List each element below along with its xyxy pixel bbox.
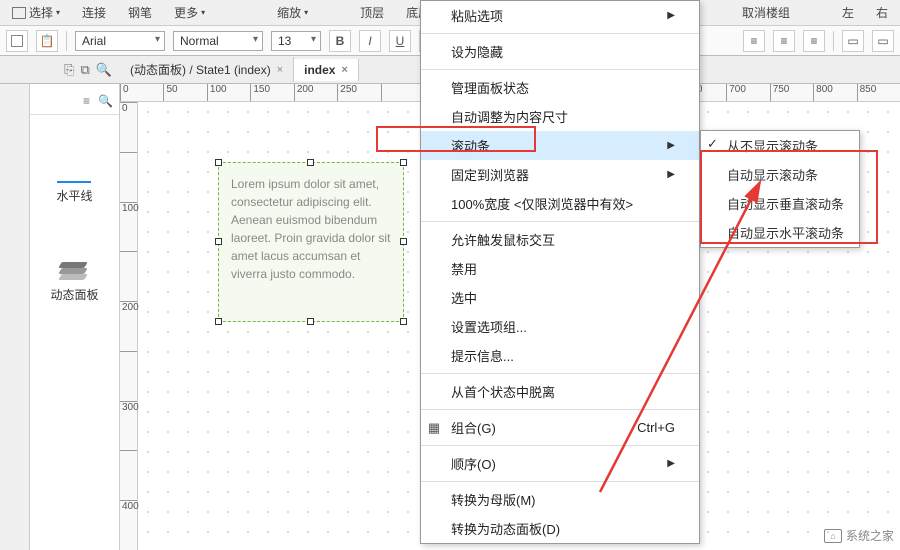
- chevron-right-icon: ▶: [667, 10, 675, 21]
- tab-label: (动态面板) / State1 (index): [130, 61, 271, 78]
- resize-handle[interactable]: [400, 318, 407, 325]
- tab-index[interactable]: index ×: [294, 59, 359, 81]
- close-icon[interactable]: ×: [277, 64, 283, 76]
- fill-color-button[interactable]: [6, 30, 28, 52]
- menu-set-hidden[interactable]: 设为隐藏: [421, 37, 699, 66]
- menu-to-panel[interactable]: 转换为动态面板(D): [421, 514, 699, 543]
- fontsize-select[interactable]: 13: [271, 31, 321, 51]
- menu-fit-content[interactable]: 自动调整为内容尺寸: [421, 102, 699, 131]
- menu-select[interactable]: 选中: [421, 283, 699, 312]
- menu-to-master[interactable]: 转换为母版(M): [421, 485, 699, 514]
- submenu-auto-horizontal[interactable]: 自动显示水平滚动条: [701, 218, 859, 247]
- submenu-never[interactable]: ✓从不显示滚动条: [701, 131, 859, 160]
- library-panel: ≡ 🔍 水平线 动态面板: [30, 84, 120, 550]
- bring-front[interactable]: 顶层: [354, 2, 390, 23]
- group-icon: ▦: [427, 420, 441, 436]
- line-icon: [57, 181, 91, 183]
- menu-disable[interactable]: 禁用: [421, 254, 699, 283]
- ungroup[interactable]: 取消楼组: [736, 2, 796, 23]
- ruler-vertical: 0 100 200 300 400: [120, 102, 138, 550]
- submenu-auto-vertical[interactable]: 自动显示垂直滚动条: [701, 189, 859, 218]
- menu-manage-panel-states[interactable]: 管理面板状态: [421, 73, 699, 102]
- align-button-1[interactable]: ≡: [743, 30, 765, 52]
- watermark-logo-icon: ⌂: [824, 529, 842, 543]
- menu-allow-mouse[interactable]: 允许触发鼠标交互: [421, 225, 699, 254]
- font-select[interactable]: Arial: [75, 31, 165, 51]
- select-tool[interactable]: 选择▾: [6, 2, 66, 23]
- watermark-text: 系统之家: [846, 527, 894, 544]
- resize-handle[interactable]: [400, 159, 407, 166]
- zoom-tool[interactable]: 缩放▾: [271, 2, 314, 23]
- underline-button[interactable]: U: [389, 30, 411, 52]
- bold-button[interactable]: B: [329, 30, 351, 52]
- close-icon[interactable]: ×: [341, 64, 347, 76]
- menu-paste-options[interactable]: 粘贴选项▶: [421, 1, 699, 30]
- chevron-right-icon: ▶: [667, 140, 675, 151]
- align-left[interactable]: 左: [836, 2, 860, 23]
- menu-group[interactable]: ▦组合(G)Ctrl+G: [421, 413, 699, 442]
- connect-tool[interactable]: 连接: [76, 2, 112, 23]
- context-menu: 粘贴选项▶ 设为隐藏 管理面板状态 自动调整为内容尺寸 滚动条▶ 固定到浏览器▶…: [420, 0, 700, 544]
- align-button-2[interactable]: ≡: [773, 30, 795, 52]
- pen-tool[interactable]: 钢笔: [122, 2, 158, 23]
- more-tools[interactable]: 更多▾: [168, 2, 211, 23]
- resize-handle[interactable]: [215, 238, 222, 245]
- menu-full-width[interactable]: 100%宽度 <仅限浏览器中有效>: [421, 189, 699, 218]
- tabs-left-icons: ⎘ ⧉ 🔍: [0, 62, 120, 78]
- menu-pin-browser[interactable]: 固定到浏览器▶: [421, 160, 699, 189]
- style-select[interactable]: Normal: [173, 31, 263, 51]
- shortcut: Ctrl+G: [637, 420, 675, 435]
- check-icon: ✓: [707, 136, 718, 152]
- selected-widget[interactable]: Lorem ipsum dolor sit amet, consectetur …: [218, 162, 404, 322]
- border-button[interactable]: ▭: [842, 30, 864, 52]
- dynamic-panel-icon: [60, 260, 88, 282]
- sidebar-left: [0, 84, 30, 550]
- lib-item-line[interactable]: 水平线: [56, 181, 92, 204]
- submenu-auto[interactable]: 自动显示滚动条: [701, 160, 859, 189]
- resize-handle[interactable]: [307, 318, 314, 325]
- resize-handle[interactable]: [215, 318, 222, 325]
- menu-set-group[interactable]: 设置选项组...: [421, 312, 699, 341]
- chevron-right-icon: ▶: [667, 458, 675, 469]
- menu-tooltip[interactable]: 提示信息...: [421, 341, 699, 370]
- resize-handle[interactable]: [215, 159, 222, 166]
- align-right[interactable]: 右: [870, 2, 894, 23]
- resize-handle[interactable]: [400, 238, 407, 245]
- menu-order[interactable]: 顺序(O)▶: [421, 449, 699, 478]
- italic-button[interactable]: I: [359, 30, 381, 52]
- menu-scrollbar[interactable]: 滚动条▶: [421, 131, 699, 160]
- tab-state1[interactable]: (动态面板) / State1 (index) ×: [120, 57, 294, 82]
- widget-text: Lorem ipsum dolor sit amet, consectetur …: [231, 177, 390, 281]
- resize-handle[interactable]: [307, 159, 314, 166]
- scrollbar-submenu: ✓从不显示滚动条 自动显示滚动条 自动显示垂直滚动条 自动显示水平滚动条: [700, 130, 860, 248]
- lib-item-label: 动态面板: [50, 286, 98, 303]
- search-icon[interactable]: 🔍: [96, 62, 112, 78]
- watermark: ⌂ 系统之家: [824, 527, 894, 544]
- align-button-3[interactable]: ≡: [803, 30, 825, 52]
- duplicate-page-icon[interactable]: ⧉: [81, 62, 90, 78]
- lib-menu-icon[interactable]: ≡: [83, 94, 90, 108]
- lib-item-panel[interactable]: 动态面板: [50, 260, 98, 303]
- new-page-icon[interactable]: ⎘: [64, 62, 74, 78]
- lib-search-icon[interactable]: 🔍: [98, 94, 113, 108]
- menu-detach[interactable]: 从首个状态中脱离: [421, 377, 699, 406]
- chevron-right-icon: ▶: [667, 169, 675, 180]
- tab-label: index: [304, 63, 335, 77]
- copy-style-button[interactable]: 📋: [36, 30, 58, 52]
- lib-item-label: 水平线: [56, 187, 92, 204]
- border-color-button[interactable]: ▭: [872, 30, 894, 52]
